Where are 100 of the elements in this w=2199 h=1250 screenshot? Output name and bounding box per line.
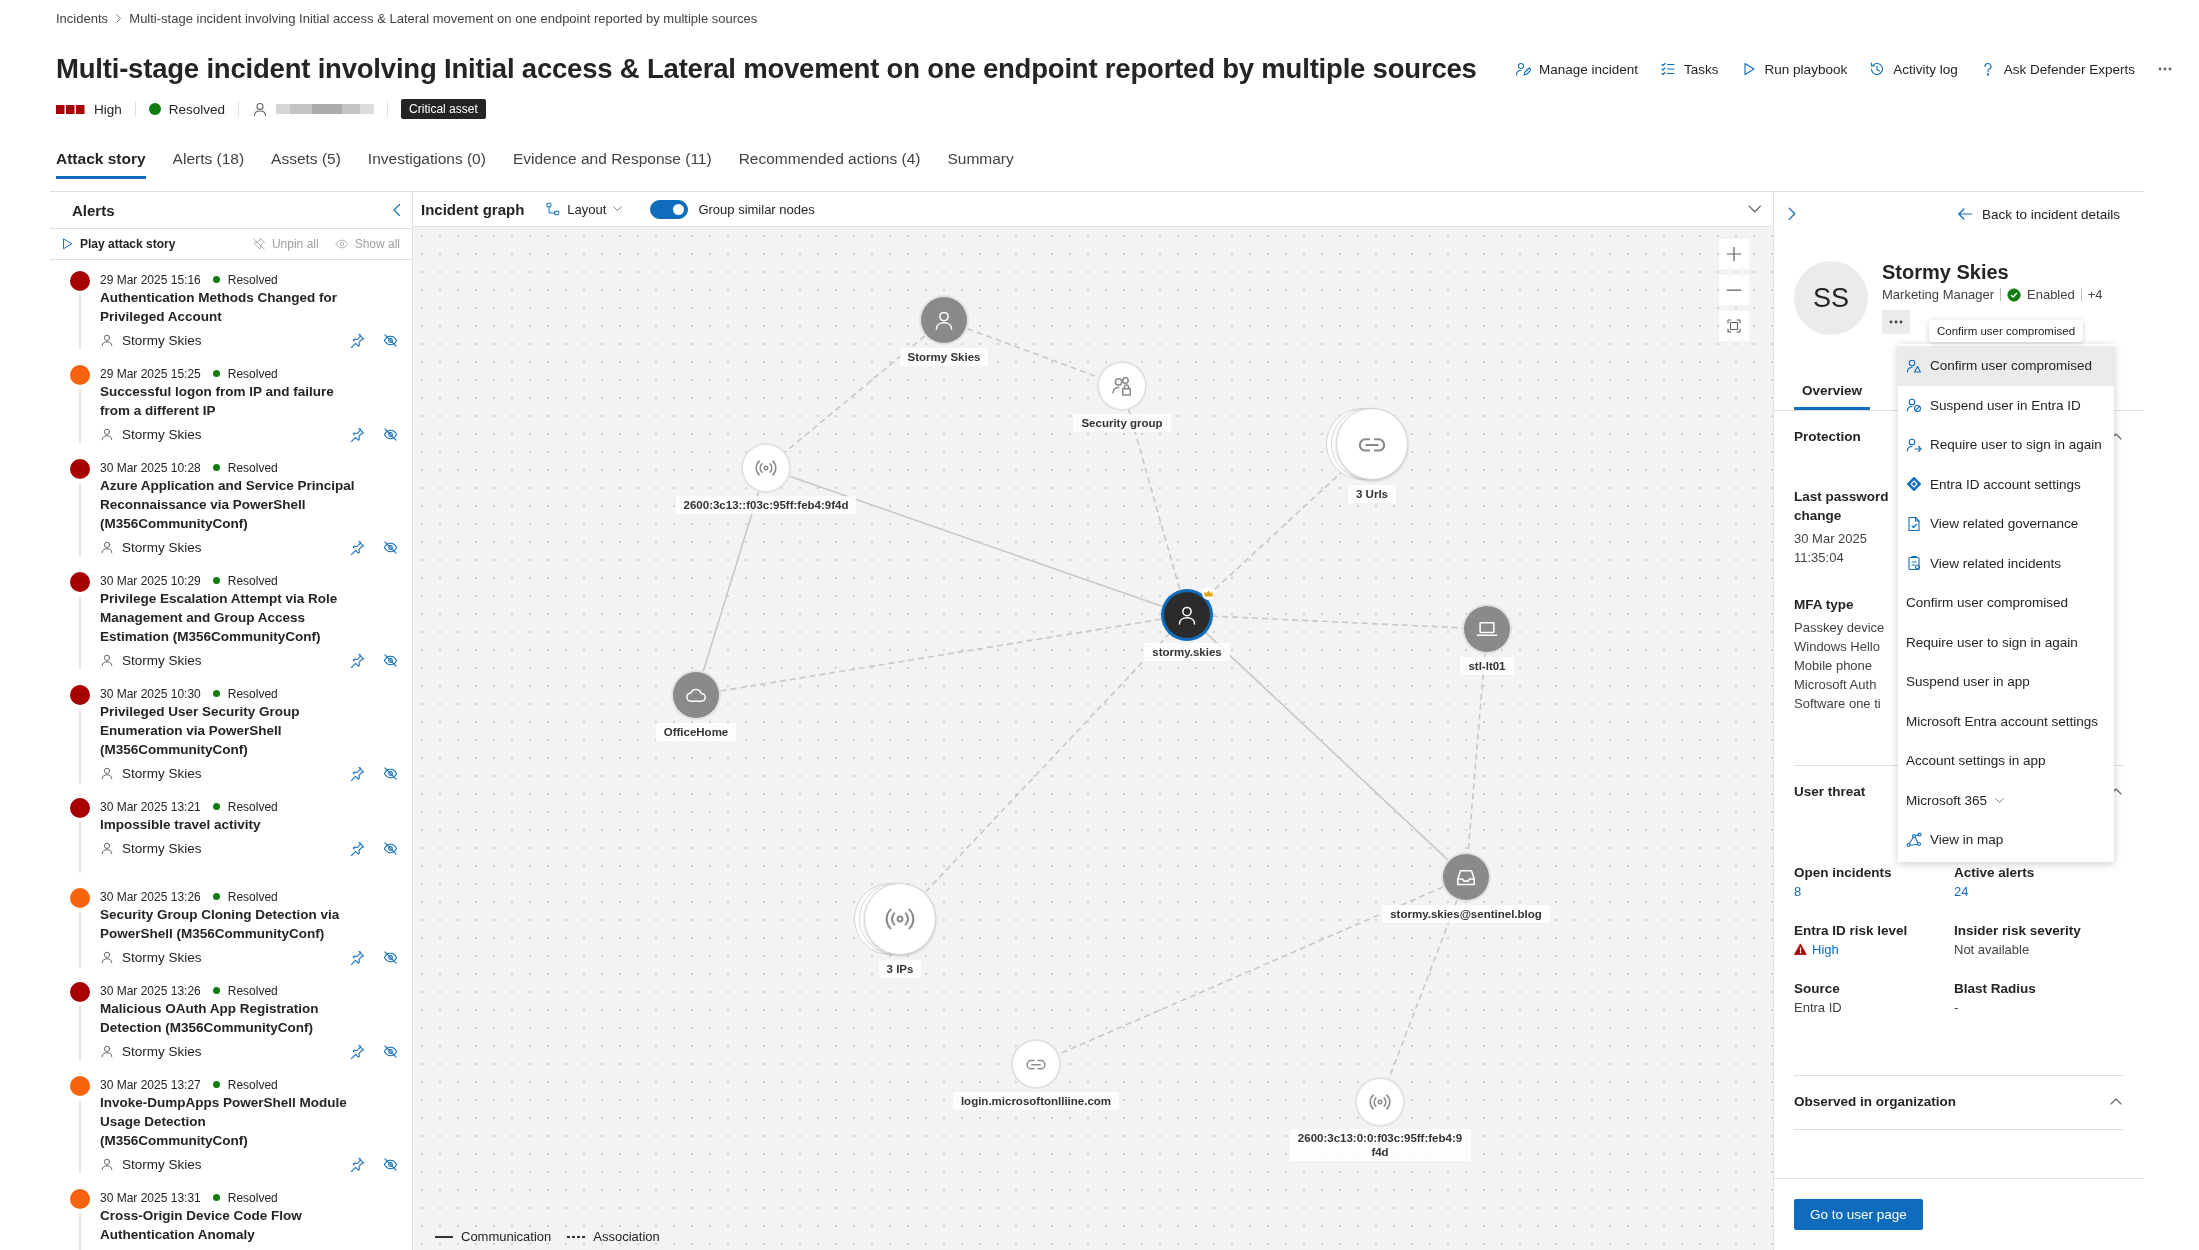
field-label: Source [1794, 980, 1841, 998]
mailbox-node[interactable] [1443, 854, 1489, 900]
alert-status: Resolved [227, 1190, 278, 1205]
menu-item[interactable]: View related governance [1898, 504, 2114, 544]
tab[interactable]: Overview [1794, 375, 1871, 410]
zoom-in-button[interactable] [1719, 239, 1749, 269]
alert-title[interactable]: Successful logon from IP and failure from a different IP [100, 382, 355, 420]
chevron-down-icon [1747, 205, 1761, 213]
diamond-icon [1906, 476, 1922, 493]
chevron-right-icon [116, 13, 122, 23]
cloud-node[interactable] [673, 672, 719, 718]
menu-item[interactable]: Microsoft Entra account settings [1898, 701, 2114, 741]
menu-item[interactable]: Confirm user compromised [1898, 346, 2114, 386]
alert-title[interactable]: Malicious OAuth App Registration Detection (M356CommunityConf) [100, 999, 355, 1037]
count-link[interactable]: 8 [1794, 884, 1802, 899]
ip-group-node[interactable] [854, 883, 936, 955]
person-icon [100, 427, 114, 441]
menu-item[interactable]: Require user to sign in again [1898, 425, 2114, 465]
toolbar-button[interactable]: Ask Defender Experts [1979, 61, 2135, 77]
menu-item[interactable]: Require user to sign in again [1898, 622, 2114, 662]
eye-off-icon [383, 949, 398, 965]
tab[interactable]: Attack story [56, 144, 146, 179]
alert-title[interactable]: Cross-Origin Device Code Flow Authentication Anomaly [100, 1206, 355, 1244]
warning-icon [1794, 943, 1807, 956]
person-icon [100, 540, 114, 554]
eye-off-icon [383, 539, 398, 555]
breadcrumb-link[interactable]: Incidents [56, 10, 109, 26]
person-icon [100, 1157, 114, 1171]
tab[interactable]: Summary [947, 144, 1014, 179]
alert-status: Resolved [227, 460, 278, 475]
menu-item[interactable]: Account settings in app [1898, 741, 2114, 781]
menu-item[interactable]: Entra ID account settings [1898, 464, 2114, 504]
count-link[interactable]: 24 [1954, 884, 1969, 899]
alert-status: Resolved [227, 366, 278, 381]
section-title: Protection [1794, 429, 1861, 444]
user-node[interactable] [1164, 592, 1210, 638]
alert-title[interactable]: Azure Application and Service Principal Reconnaissance via PowerShell (M356CommunityConf) [100, 476, 355, 533]
alert-title[interactable]: Privileged User Security Group Enumeration via PowerShell (M356CommunityConf) [100, 702, 355, 759]
field-value: Windows Hello [1794, 638, 1880, 656]
document-icon [1906, 515, 1922, 532]
field-value: Not available [1954, 942, 2030, 957]
eye-off-icon [383, 652, 398, 668]
toolbar-button[interactable]: Activity log [1869, 61, 1958, 77]
alert-user: Stormy Skies [122, 1043, 202, 1059]
go-to-user-page-button[interactable]: Go to user page [1794, 1199, 1923, 1230]
person-icon [252, 101, 269, 117]
expand-button[interactable] [1786, 205, 1798, 223]
menu-item[interactable]: Microsoft 365 [1898, 780, 2114, 820]
alert-title[interactable]: Invoke-DumpApps PowerShell Module Usage Detection (M356CommunityConf) [100, 1093, 355, 1150]
back-link[interactable]: Back to incident details [1955, 205, 2120, 223]
zoom-out-button[interactable] [1719, 275, 1749, 305]
group-node[interactable] [1099, 363, 1145, 409]
ip-node[interactable] [1357, 1079, 1403, 1125]
alert-user: Stormy Skies [122, 949, 202, 965]
pin-icon [350, 949, 365, 965]
toolbar-button[interactable]: Tasks [1660, 61, 1719, 77]
device-node[interactable] [1464, 606, 1510, 652]
person-icon [100, 333, 114, 347]
layout-dropdown[interactable]: Layout [546, 201, 623, 217]
tab[interactable]: Recommended actions (4) [738, 144, 921, 179]
field-label: Active alerts [1954, 864, 2036, 882]
toolbar-button[interactable]: Manage incident [1515, 61, 1639, 77]
risk-link[interactable]: High [1812, 940, 1839, 959]
menu-item[interactable]: View in map [1898, 820, 2114, 860]
menu-item[interactable]: Suspend user in app [1898, 662, 2114, 702]
chevron-left-icon [392, 204, 400, 216]
tab[interactable]: Investigations (0) [367, 144, 486, 179]
unpin-icon [251, 237, 266, 251]
alert-status: Resolved [227, 1077, 278, 1092]
breadcrumb-current: Multi-stage incident involving Initial access & Lateral movement on one endpoint reported by multiple sources [129, 10, 758, 26]
alert-user: Stormy Skies [122, 332, 202, 348]
alert-status: Resolved [227, 272, 278, 287]
user-name: Stormy Skies [1882, 261, 2010, 284]
url-group-node[interactable] [1326, 408, 1408, 480]
menu-item[interactable]: View related incidents [1898, 543, 2114, 583]
field-value: Mobile phone [1794, 657, 1873, 675]
person-icon [100, 653, 114, 667]
alert-title[interactable]: Security Group Cloning Detection via PowerShell (M356CommunityConf) [100, 905, 355, 943]
field-value: Passkey device [1794, 619, 1885, 637]
eye-off-icon [383, 1043, 398, 1059]
collapse-button[interactable] [2108, 1096, 2124, 1107]
user-node[interactable] [921, 297, 967, 343]
checklist-icon [1660, 61, 1677, 77]
fit-view-button[interactable] [1719, 311, 1749, 341]
history-icon [1869, 61, 1886, 77]
alert-title[interactable]: Privilege Escalation Attempt via Role Management and Group Access Estimation (M356CommunityConf) [100, 589, 355, 646]
control-button[interactable]: Play attack story [60, 237, 176, 251]
menu-item[interactable]: Confirm user compromised [1898, 583, 2114, 623]
toggle-switch[interactable] [650, 199, 689, 219]
menu-item[interactable]: Suspend user in Entra ID [1898, 385, 2114, 425]
tab[interactable]: Alerts (18) [172, 144, 245, 179]
ip-node[interactable] [743, 445, 789, 491]
tab[interactable]: Evidence and Response (11) [512, 144, 712, 179]
more-count: +4 [2087, 287, 2103, 302]
url-node[interactable] [1013, 1041, 1059, 1087]
status-dot [212, 370, 220, 377]
alert-title[interactable]: Impossible travel activity [100, 815, 355, 834]
alert-title[interactable]: Authentication Methods Changed for Privileged Account [100, 288, 355, 326]
tab[interactable]: Assets (5) [271, 144, 341, 179]
toolbar-button[interactable]: Run playbook [1740, 61, 1848, 77]
